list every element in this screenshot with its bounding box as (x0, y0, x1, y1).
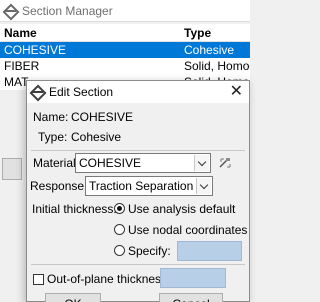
separator (31, 264, 245, 265)
app-icon (4, 5, 16, 17)
edit-section-dialog: Edit Section ✕ Name: COHESIVE Type: Cohe… (26, 80, 250, 302)
table-header: Name Type (0, 24, 250, 42)
option-label: Use analysis default (128, 202, 236, 216)
initial-thickness-label: Initial thickness: (32, 202, 117, 216)
row-type-cell: Solid, Homoge (184, 59, 250, 73)
option-label: Use nodal coordinates (128, 223, 248, 237)
radio-specify[interactable] (114, 245, 125, 256)
chevron-down-icon[interactable] (194, 155, 209, 171)
cancel-button[interactable]: Cancel (159, 293, 223, 302)
table-row[interactable]: FIBER Solid, Homoge (0, 58, 250, 74)
edit-section-titlebar: Edit Section ✕ (27, 81, 249, 103)
table-row[interactable]: COHESIVE Cohesive (0, 42, 250, 58)
ok-button[interactable]: OK (45, 293, 101, 302)
response-label: Response: (30, 179, 88, 193)
close-icon[interactable]: ✕ (230, 83, 243, 101)
section-manager-titlebar: Section Manager (0, 0, 250, 22)
material-label: Material: (33, 156, 80, 170)
chevron-down-icon[interactable] (196, 178, 211, 194)
app-root: Section Manager Name Type COHESIVE Cohes… (0, 0, 250, 302)
out-of-plane-checkbox[interactable] (33, 274, 44, 285)
name-label: Name: (33, 110, 69, 124)
type-label: Type: (38, 130, 68, 144)
specify-thickness-field[interactable] (177, 241, 242, 261)
name-value: COHESIVE (71, 110, 134, 124)
response-select[interactable]: Traction Separation (85, 176, 213, 196)
radio-use-nodal-coordinates[interactable] (114, 224, 125, 235)
type-value: Cohesive (71, 130, 122, 144)
row-name-cell: COHESIVE (4, 43, 67, 57)
background-button[interactable] (2, 158, 22, 180)
option-label: Specify: (128, 244, 171, 258)
row-type-cell: Cohesive (184, 43, 235, 57)
response-select-value: Traction Separation (89, 179, 194, 193)
app-icon (31, 86, 43, 98)
radio-use-analysis-default[interactable] (114, 203, 125, 214)
material-select[interactable]: COHESIVE (75, 153, 211, 173)
out-of-plane-field[interactable] (160, 268, 226, 288)
material-manager-icon[interactable] (218, 156, 232, 170)
out-of-plane-label: Out-of-plane thickness: (47, 272, 171, 286)
section-manager-title: Section Manager (22, 3, 113, 18)
column-header-name[interactable]: Name (0, 26, 180, 40)
material-select-value: COHESIVE (79, 156, 142, 170)
column-header-type[interactable]: Type (180, 26, 250, 40)
row-name-cell: FIBER (4, 59, 40, 73)
separator (31, 150, 245, 151)
dialog-title: Edit Section (49, 85, 114, 99)
